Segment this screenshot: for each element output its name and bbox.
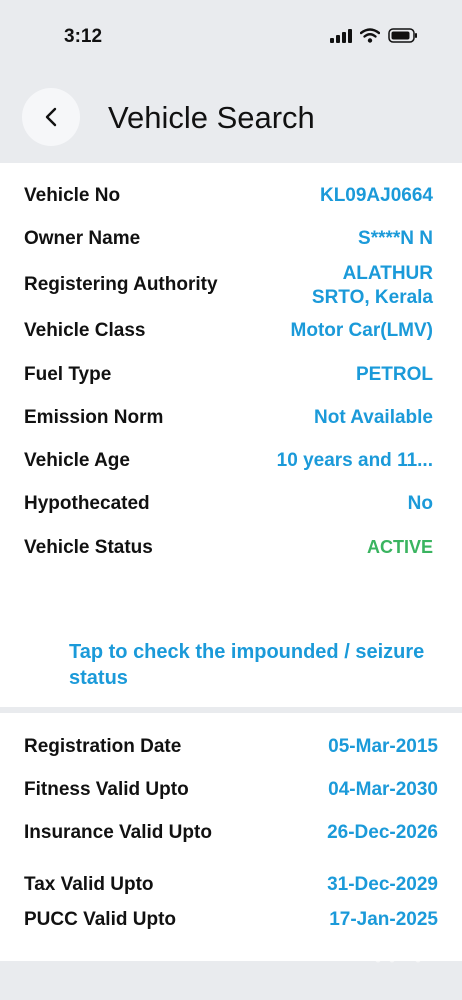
status-time: 3:12 <box>64 26 103 47</box>
validity-value: 31-Dec-2029 <box>327 874 438 895</box>
validity-label: Insurance Valid Upto <box>24 822 212 843</box>
validity-label: PUCC Valid Upto <box>24 909 177 930</box>
back-button[interactable] <box>22 88 80 146</box>
detail-label: Vehicle Status <box>24 537 153 558</box>
detail-value-line1: ALATHUR <box>342 263 433 284</box>
status-bar: 3:12 <box>0 0 462 70</box>
detail-value: Motor Car(LMV) <box>290 320 433 341</box>
validity-value: 26-Dec-2026 <box>327 822 438 843</box>
validity-label: Registration Date <box>24 736 182 757</box>
impound-status-link[interactable]: Tap to check the impounded / seizure sta… <box>69 639 429 691</box>
detail-value-line2: SRTO, Kerala <box>311 287 433 308</box>
validity-label: Fitness Valid Upto <box>24 779 189 800</box>
chevron-left-icon <box>45 107 57 127</box>
detail-label: Emission Norm <box>24 407 164 428</box>
detail-label: Owner Name <box>24 228 141 249</box>
vehicle-details-card: Vehicle No KL09AJ0664 Owner Name S****N … <box>0 163 462 707</box>
detail-label: Registering Authority <box>24 274 218 295</box>
wifi-icon <box>360 28 380 43</box>
detail-label: Vehicle Class <box>24 320 146 341</box>
detail-value: ALATHUR SRTO, Kerala <box>312 262 433 310</box>
detail-label: Vehicle No <box>24 185 121 206</box>
validity-label: Tax Valid Upto <box>24 874 154 895</box>
validity-value: 04-Mar-2030 <box>328 779 438 800</box>
detail-value: Not Available <box>314 407 433 428</box>
detail-label: Vehicle Age <box>24 450 130 471</box>
signal-icon <box>330 28 352 43</box>
detail-label: Hypothecated <box>24 493 150 514</box>
validity-value: 05-Mar-2015 <box>328 736 438 757</box>
detail-value: S****N N <box>358 228 433 249</box>
detail-value: 10 years and 11... <box>276 450 433 471</box>
status-badge: ACTIVE <box>366 537 433 557</box>
detail-value: No <box>407 493 433 514</box>
detail-value: KL09AJ0664 <box>319 185 433 206</box>
detail-value: PETROL <box>355 364 433 385</box>
page-title: Vehicle Search <box>108 100 315 135</box>
status-icons <box>330 28 418 43</box>
detail-label: Fuel Type <box>24 364 112 385</box>
olx-watermark-logo <box>341 927 421 963</box>
battery-icon <box>388 28 417 43</box>
header: Vehicle Search <box>0 80 462 160</box>
